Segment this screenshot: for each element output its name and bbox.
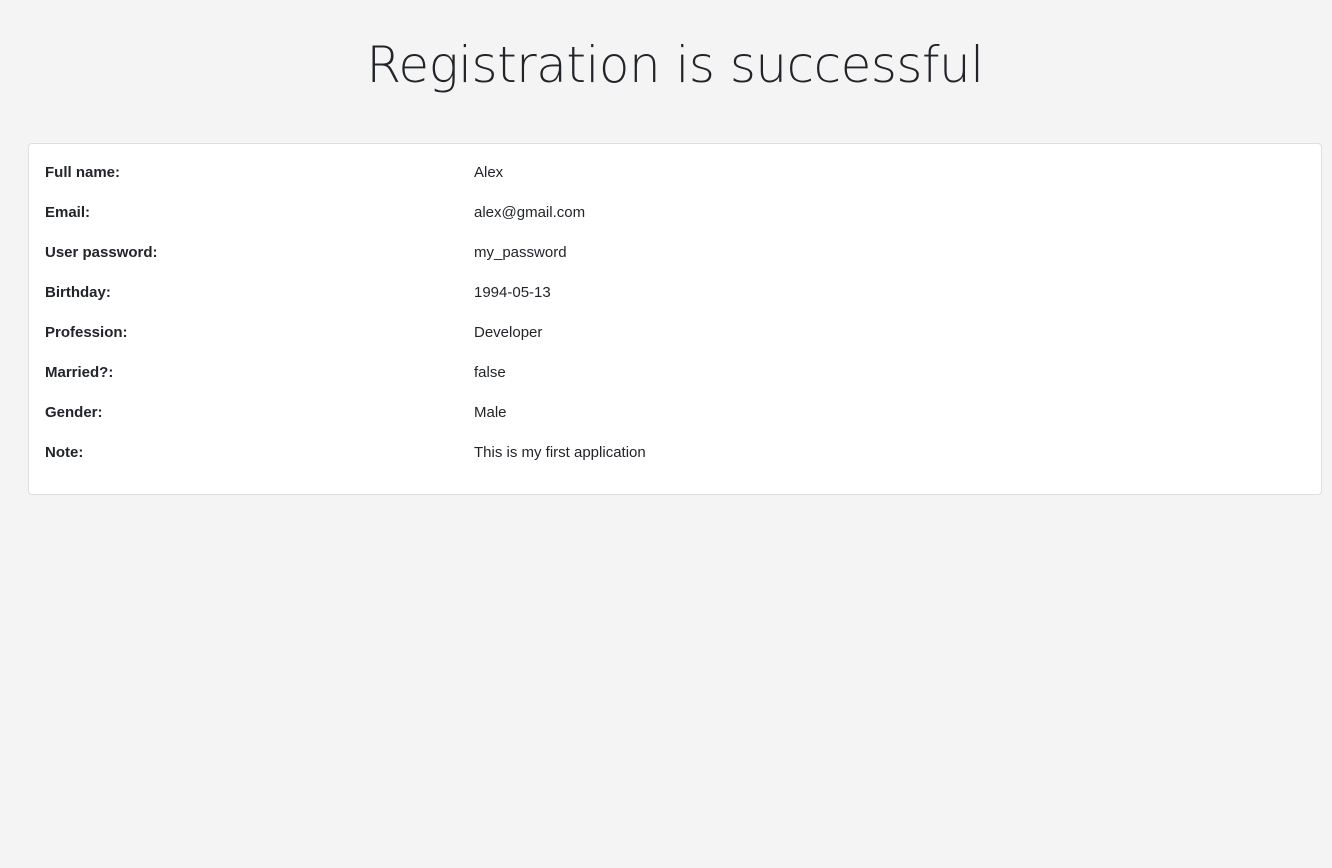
details-list: Full name: Alex Email: alex@gmail.com Us… — [45, 158, 1305, 478]
note-value: This is my first application — [474, 444, 646, 461]
detail-row-full-name: Full name: Alex — [45, 158, 1305, 198]
birthday-value: 1994-05-13 — [474, 284, 551, 301]
detail-row-birthday: Birthday: 1994-05-13 — [45, 278, 1305, 318]
detail-row-user-password: User password: my_password — [45, 238, 1305, 278]
gender-value: Male — [474, 404, 507, 421]
registration-details-card: Full name: Alex Email: alex@gmail.com Us… — [28, 143, 1322, 495]
user-password-value: my_password — [474, 244, 567, 261]
gender-label: Gender: — [45, 404, 103, 421]
full-name-label: Full name: — [45, 164, 121, 181]
email-label: Email: — [45, 204, 91, 221]
email-value: alex@gmail.com — [474, 204, 586, 221]
detail-row-profession: Profession: Developer — [45, 318, 1305, 358]
married-label: Married?: — [45, 364, 114, 381]
note-label: Note: — [45, 444, 84, 461]
profession-label: Profession: — [45, 324, 128, 341]
full-name-value: Alex — [474, 164, 504, 181]
married-value: false — [474, 364, 506, 381]
detail-row-note: Note: This is my first application — [45, 438, 1305, 478]
birthday-label: Birthday: — [45, 284, 111, 301]
detail-row-email: Email: alex@gmail.com — [45, 198, 1305, 238]
user-password-label: User password: — [45, 244, 158, 261]
page-title: Registration is successful — [366, 36, 984, 94]
profession-value: Developer — [474, 324, 543, 341]
detail-row-gender: Gender: Male — [45, 398, 1305, 438]
detail-row-married: Married?: false — [45, 358, 1305, 398]
